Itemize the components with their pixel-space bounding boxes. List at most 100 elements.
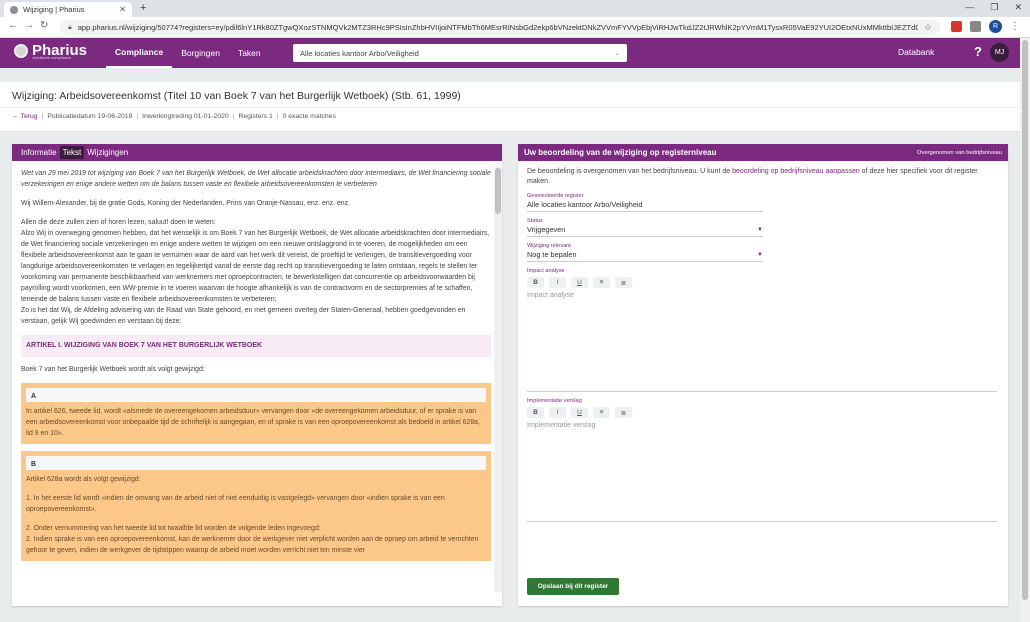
back-label: Terug [20, 113, 38, 120]
status-select[interactable]: Status Vrijgegeven ▼ [527, 218, 763, 237]
ordered-list-button[interactable]: ≡ [593, 277, 610, 288]
impact-editor[interactable]: Impact analyse [527, 292, 997, 392]
publication-date: Publicatiedatum 19-06-2019 [47, 113, 133, 120]
page-title: Wijziging: Arbeidsovereenkomst (Titel 10… [12, 90, 461, 102]
tab-wijzigingen[interactable]: Wijzigingen [84, 146, 131, 159]
page-header: Wijziging: Arbeidsovereenkomst (Titel 10… [0, 82, 1020, 132]
text-card: Informatie Tekst Wijzigingen Wet van 29 … [12, 144, 502, 606]
assessment-card: Uw beoordeling van de wijziging op regis… [518, 144, 1008, 606]
underline-button[interactable]: U [571, 407, 588, 418]
extension-icons: R ⋮ [951, 20, 1020, 33]
location-select-value: Alle locaties kantoor Arbo/Veiligheid [300, 48, 419, 58]
tab-tekst[interactable]: Tekst [59, 146, 85, 159]
favicon-icon [10, 5, 18, 14]
url-text: app.pharius.nl/wijziging/50774?registers… [77, 23, 918, 32]
change-text: 1. In het eerste lid wordt «indien de om… [26, 495, 445, 513]
location-select[interactable]: Alle locaties kantoor Arbo/Veiligheid ⌄ [293, 44, 627, 62]
assessment-body: De beoordeling is overgenomen van het be… [527, 167, 997, 522]
change-block-b: B Artikel 628a wordt als volgt gewijzigd… [21, 451, 491, 561]
text-scrollbar[interactable] [494, 166, 502, 592]
reload-icon[interactable]: ↻ [40, 20, 48, 31]
browser-tabbar: Wijziging | Pharius ✕ + — ❐ ✕ [0, 0, 1030, 17]
close-icon[interactable]: ✕ [119, 5, 126, 14]
meta-bar: ← Terug | Publicatiedatum 19-06-2019 | I… [12, 113, 336, 120]
arrow-left-icon[interactable]: ← [8, 20, 18, 31]
text-scrollbar-thumb[interactable] [495, 168, 501, 214]
adjust-company-assessment-link[interactable]: beoordeling op bedrijfsniveau aanpassen [732, 168, 860, 175]
star-icon[interactable]: ☆ [924, 22, 932, 33]
lock-icon: 🔒︎ [68, 23, 72, 31]
back-link[interactable]: ← Terug [12, 113, 38, 120]
page-scrollbar[interactable] [1020, 38, 1030, 622]
implementation-editor[interactable]: Implementatie verslag [527, 422, 997, 522]
page-scrollbar-thumb[interactable] [1022, 40, 1028, 600]
new-tab-icon[interactable]: + [140, 2, 146, 14]
nav-taken[interactable]: Taken [229, 38, 270, 68]
bullet-list-button[interactable]: ≣ [615, 407, 632, 418]
bullet-list-button[interactable]: ≣ [615, 277, 632, 288]
window-controls: — ❐ ✕ [965, 2, 1022, 13]
law-text: Wet van 29 mei 2019 tot wijziging van Bo… [21, 168, 491, 590]
italic-button[interactable]: I [549, 277, 566, 288]
law-paragraph: Allen die deze zullen zien of horen leze… [21, 219, 490, 325]
bold-button[interactable]: B [527, 407, 544, 418]
browser-tab[interactable]: Wijziging | Pharius ✕ [4, 2, 132, 17]
extension-icon[interactable] [970, 21, 981, 32]
nav-databank[interactable]: Databank [898, 47, 934, 57]
address-bar: ← → ↻ 🔒︎ app.pharius.nl/wijziging/50774?… [0, 17, 1030, 38]
chevron-down-icon: ⌄ [614, 50, 620, 57]
divider [0, 107, 1020, 108]
law-paragraph: Wij Willem-Alexander, bij de gratie Gods… [21, 200, 350, 207]
field-value: Alle locaties kantoor Arbo/Veiligheid [527, 200, 643, 209]
maximize-icon[interactable]: ❐ [990, 2, 998, 13]
selected-register-field: Geselecteerde register Alle locaties kan… [527, 193, 763, 212]
exact-matches: 0 exacte matches [282, 113, 336, 120]
url-field[interactable]: 🔒︎ app.pharius.nl/wijziging/50774?regist… [60, 20, 940, 35]
effective-date: Inwerkingtreding 01-01-2020 [142, 113, 229, 120]
law-intro: Wet van 29 mei 2019 tot wijziging van Bo… [21, 170, 491, 188]
caret-down-icon: ▼ [757, 227, 763, 233]
article-heading: ARTIKEL I. WIJZIGING VAN BOEK 7 VAN HET … [21, 335, 491, 357]
assessment-note: Overgenomen van bedrijfsniveau [916, 149, 1002, 156]
nav-compliance[interactable]: Compliance [106, 38, 173, 68]
change-label: B [26, 456, 486, 470]
help-icon[interactable]: ? [974, 44, 982, 59]
arrow-right-icon[interactable]: → [24, 20, 34, 31]
impact-toolbar: B I U ≡ ≣ [527, 277, 997, 288]
assessment-intro: De beoordeling is overgenomen van het be… [527, 168, 978, 185]
change-label: A [26, 388, 486, 402]
change-block-a: A In artikel 626, tweede lid, wordt «als… [21, 383, 491, 444]
caret-down-icon: ▼ [757, 252, 763, 258]
change-text: Artikel 628a wordt als volgt gewijzigd: [26, 476, 141, 483]
main-nav: Compliance Borgingen Taken [106, 38, 270, 68]
registers-count: Registers 1 [238, 113, 273, 120]
italic-button[interactable]: I [549, 407, 566, 418]
app-header: Pharius Juridische compliance Compliance… [0, 38, 1020, 68]
underline-button[interactable]: U [571, 277, 588, 288]
bold-button[interactable]: B [527, 277, 544, 288]
logo-icon [14, 43, 28, 58]
profile-avatar[interactable]: R [989, 20, 1002, 33]
field-value: Nog te bepalen ▼ [527, 250, 763, 259]
minimize-icon[interactable]: — [965, 2, 974, 13]
tab-informatie[interactable]: Informatie [18, 146, 60, 159]
article-intro: Boek 7 van het Burgerlijk Wetboek wordt … [21, 366, 205, 373]
logo-subtitle: Juridische compliance [32, 55, 72, 60]
assessment-title: Uw beoordeling van de wijziging op regis… [524, 148, 717, 157]
implementation-label: Implementatie verslag [527, 398, 582, 404]
nav-borgingen[interactable]: Borgingen [172, 38, 229, 68]
change-text: In artikel 626, tweede lid, wordt «alsme… [26, 408, 480, 437]
window-close-icon[interactable]: ✕ [1014, 2, 1022, 13]
field-value: Vrijgegeven ▼ [527, 225, 763, 234]
extension-icon[interactable] [951, 21, 962, 32]
implementation-toolbar: B I U ≡ ≣ [527, 407, 997, 418]
assessment-card-header: Uw beoordeling van de wijziging op regis… [518, 144, 1008, 161]
relevance-select[interactable]: Wijziging relevant Nog te bepalen ▼ [527, 243, 763, 262]
browser-tab-title: Wijziging | Pharius [23, 5, 85, 14]
impact-label: Impact analyse [527, 268, 565, 274]
change-text: 2. Onder vernummering van het tweede lid… [26, 525, 479, 554]
user-avatar[interactable]: MJ [990, 43, 1009, 62]
kebab-menu-icon[interactable]: ⋮ [1010, 21, 1020, 32]
ordered-list-button[interactable]: ≡ [593, 407, 610, 418]
save-register-button[interactable]: Opslaan bij dit register [527, 578, 619, 595]
